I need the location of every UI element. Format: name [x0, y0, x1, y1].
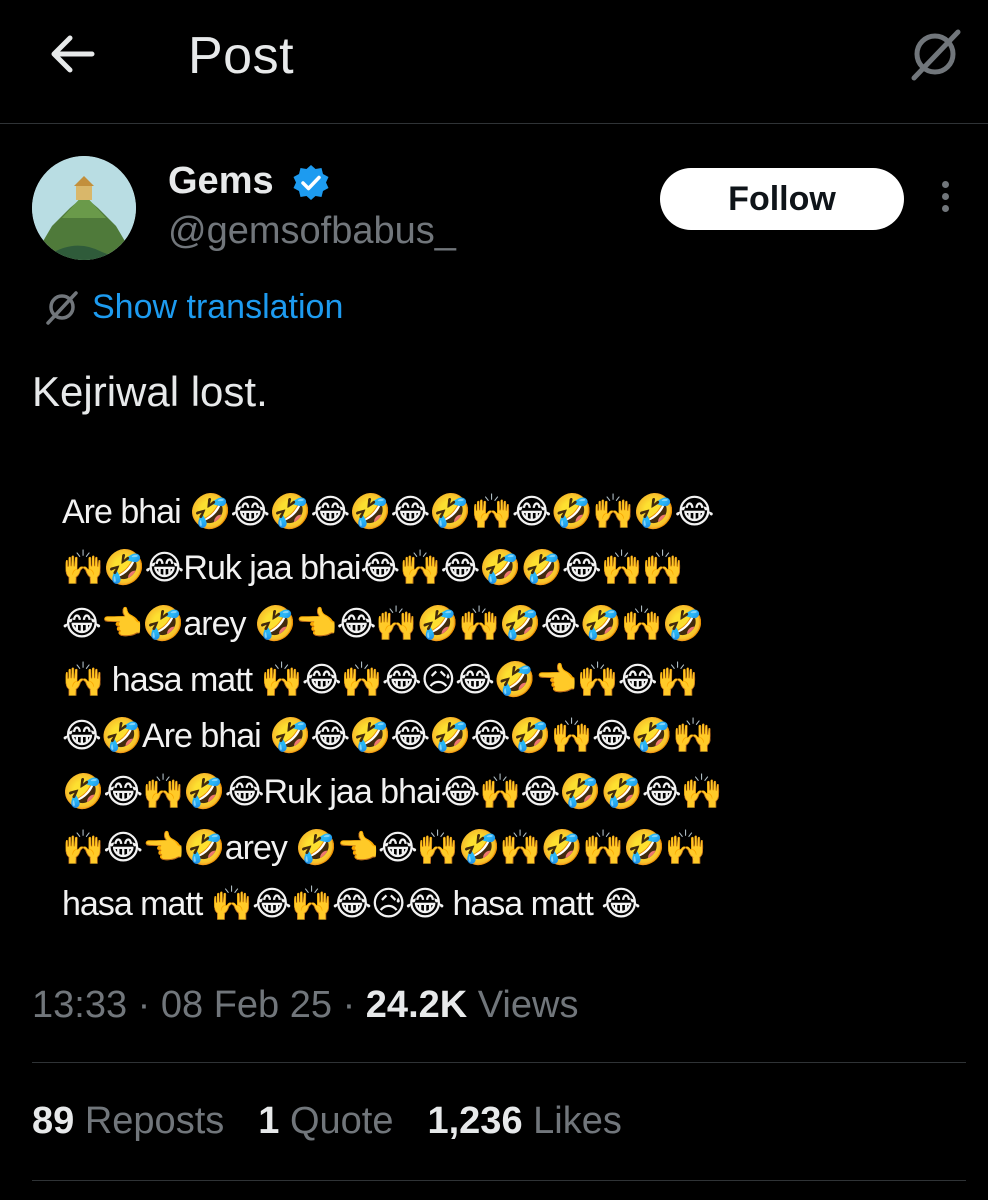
image-text-line: 🤣😂🙌🤣😂Ruk jaa bhai😂🙌😂🤣🤣😂🙌: [62, 773, 723, 811]
image-text-line: hasa matt 🙌😂🙌😂😥😂 hasa matt 😂: [62, 885, 641, 923]
likes-count: 1,236: [427, 1100, 523, 1142]
show-translation-label: Show translation: [92, 287, 344, 326]
image-text-line: 🙌😂👈🤣arey 🤣👈😂🙌🤣🙌🤣🙌🤣🙌: [62, 829, 707, 867]
post-text: Kejriwal lost.: [32, 368, 268, 415]
quotes-count: 1: [258, 1100, 280, 1142]
post-time[interactable]: 13:33: [32, 984, 127, 1026]
verified-badge-icon: [290, 163, 332, 205]
image-text-line: Are bhai 🤣😂🤣😂🤣😂🤣🙌😂🤣🙌🤣😂: [62, 493, 714, 531]
reposts-label: Reposts: [84, 1100, 225, 1142]
post-date[interactable]: 08 Feb 25: [161, 984, 332, 1026]
meta-separator: ·: [332, 984, 366, 1026]
back-arrow-icon[interactable]: [44, 28, 100, 80]
meta-separator: ·: [127, 984, 161, 1026]
image-text-line: 😂🤣Are bhai 🤣😂🤣😂🤣😂🤣🙌😂🤣🙌: [62, 717, 714, 755]
quotes-label: Quote: [289, 1100, 394, 1142]
display-name[interactable]: Gems: [168, 160, 274, 203]
author-handle[interactable]: @gemsofbabus_: [168, 210, 456, 253]
post-meta: 13:33 · 08 Feb 25 · 24.2K Views: [32, 984, 578, 1027]
image-text-line: 🙌🤣😂Ruk jaa bhai😂🙌😂🤣🤣😂🙌🙌: [62, 549, 684, 587]
image-text-line: 🙌 hasa matt 🙌😂🙌😂😥😂🤣👈🙌😂🙌: [62, 661, 699, 699]
grok-icon[interactable]: [904, 26, 966, 82]
divider: [32, 1062, 966, 1063]
divider: [32, 1180, 966, 1181]
top-bar: Post: [0, 0, 988, 124]
translate-icon: [46, 291, 78, 325]
reposts-stat[interactable]: 89 Reposts: [32, 1100, 224, 1143]
post-image[interactable]: Are bhai 🤣😂🤣😂🤣😂🤣🙌😂🤣🙌🤣😂 🙌🤣😂Ruk jaa bhai😂🙌…: [32, 462, 956, 942]
quotes-stat[interactable]: 1 Quote: [258, 1100, 393, 1143]
views-count: 24.2K: [365, 984, 468, 1026]
show-translation-link[interactable]: Show translation: [42, 284, 343, 330]
follow-button[interactable]: Follow: [660, 168, 904, 230]
likes-stat[interactable]: 1,236 Likes: [427, 1100, 621, 1143]
more-options-icon[interactable]: [930, 178, 960, 222]
likes-label: Likes: [533, 1100, 622, 1142]
page-title: Post: [188, 27, 295, 85]
post-stats: 89 Reposts 1 Quote 1,236 Likes: [32, 1100, 656, 1143]
avatar[interactable]: [32, 156, 136, 260]
image-text-line: 😂👈🤣arey 🤣👈😂🙌🤣🙌🤣😂🤣🙌🤣: [62, 605, 704, 643]
views-label: Views: [477, 984, 579, 1026]
reposts-count: 89: [32, 1100, 75, 1142]
